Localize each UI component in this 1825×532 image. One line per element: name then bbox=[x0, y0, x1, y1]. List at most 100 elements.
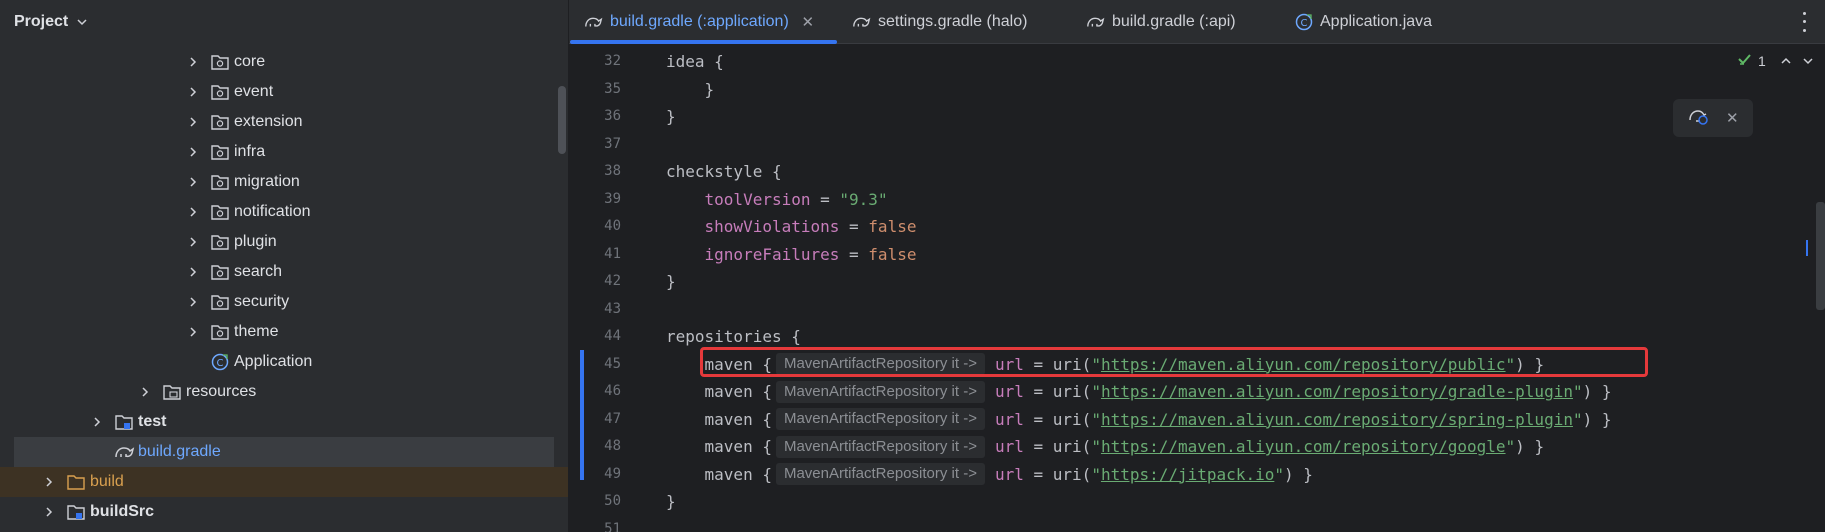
code-line[interactable]: maven {MavenArtifactRepository it -> url … bbox=[666, 433, 1544, 460]
tree-item-buildsrc[interactable]: buildSrc bbox=[0, 497, 568, 527]
chevron-right-icon[interactable] bbox=[42, 475, 56, 489]
svg-text:C: C bbox=[1301, 18, 1308, 29]
chevron-right-icon[interactable] bbox=[186, 145, 200, 159]
inlay-hint[interactable]: MavenArtifactRepository it -> bbox=[775, 408, 985, 430]
chevron-right-icon[interactable] bbox=[186, 85, 200, 99]
gradle-reload-icon[interactable] bbox=[1687, 106, 1709, 131]
chevron-right-icon[interactable] bbox=[186, 265, 200, 279]
tree-item-infra[interactable]: infra bbox=[0, 137, 568, 167]
code-line[interactable]: } bbox=[666, 103, 676, 130]
tree-item-build[interactable]: build bbox=[0, 467, 568, 497]
tree-item-migration[interactable]: migration bbox=[0, 167, 568, 197]
chevron-down-icon[interactable] bbox=[76, 15, 90, 29]
line-number[interactable]: 36 bbox=[569, 103, 621, 130]
tree-item-theme[interactable]: theme bbox=[0, 317, 568, 347]
code-token: " bbox=[1091, 437, 1101, 456]
tree-item-notification[interactable]: notification bbox=[0, 197, 568, 227]
chevron-right-icon[interactable] bbox=[186, 55, 200, 69]
code-token: " bbox=[1274, 464, 1284, 484]
chevron-right-icon[interactable] bbox=[90, 415, 104, 429]
tree-item-build-gradle[interactable]: build.gradle bbox=[14, 437, 554, 467]
chevron-down-icon[interactable] bbox=[1802, 55, 1814, 67]
code-token: toolVersion bbox=[704, 189, 811, 209]
code-line[interactable]: } bbox=[666, 488, 676, 515]
line-number[interactable]: 51 bbox=[569, 516, 621, 532]
inlay-hint[interactable]: MavenArtifactRepository it -> bbox=[775, 463, 985, 485]
chevron-right-icon[interactable] bbox=[186, 295, 200, 309]
gradle-icon bbox=[1086, 12, 1106, 32]
line-number[interactable]: 50 bbox=[569, 488, 621, 515]
tree-item-event[interactable]: event bbox=[0, 77, 568, 107]
line-number[interactable]: 42 bbox=[569, 268, 621, 295]
line-number[interactable]: 43 bbox=[569, 296, 621, 323]
code-line[interactable]: } bbox=[666, 268, 676, 295]
code-line[interactable]: maven {MavenArtifactRepository it -> url … bbox=[666, 461, 1313, 488]
line-number[interactable]: 39 bbox=[569, 186, 621, 213]
tree-item-label: build bbox=[90, 473, 124, 490]
code-line[interactable]: checkstyle { bbox=[666, 158, 782, 185]
chevron-right-icon[interactable] bbox=[42, 505, 56, 519]
close-icon[interactable]: ✕ bbox=[801, 13, 815, 31]
tab-build-gradle-api[interactable]: build.gradle (:api) bbox=[1086, 0, 1236, 44]
package-folder-icon bbox=[210, 202, 232, 222]
line-number[interactable]: 40 bbox=[569, 213, 621, 240]
code-token: maven { bbox=[666, 464, 772, 484]
line-number[interactable]: 37 bbox=[569, 131, 621, 158]
url-link[interactable]: https://maven.aliyun.com/repository/grad… bbox=[1101, 378, 1573, 405]
code-line[interactable]: showViolations = false bbox=[666, 213, 917, 240]
chevron-right-icon[interactable] bbox=[138, 385, 152, 399]
editor-scrollbar[interactable] bbox=[1816, 202, 1825, 310]
chevron-right-icon[interactable] bbox=[186, 235, 200, 249]
inspection-widget[interactable]: 1 bbox=[1738, 52, 1814, 69]
project-header[interactable]: Project bbox=[0, 0, 568, 44]
tab-build-gradle-application[interactable]: build.gradle (:application) ✕ bbox=[584, 0, 815, 44]
tree-item-search[interactable]: search bbox=[0, 257, 568, 287]
tree-item-resources[interactable]: resources bbox=[0, 377, 568, 407]
code-token: showViolations bbox=[704, 217, 840, 236]
line-number[interactable]: 47 bbox=[569, 406, 621, 433]
line-number[interactable]: 49 bbox=[569, 461, 621, 488]
code-line[interactable]: maven {MavenArtifactRepository it -> url … bbox=[666, 406, 1612, 433]
more-options-icon[interactable] bbox=[1796, 9, 1812, 35]
line-number[interactable]: 41 bbox=[569, 241, 621, 268]
tab-label: build.gradle (:api) bbox=[1112, 13, 1236, 30]
chevron-right-icon[interactable] bbox=[186, 325, 200, 339]
line-number[interactable]: 48 bbox=[569, 433, 621, 460]
chevron-up-icon[interactable] bbox=[1780, 55, 1792, 67]
tab-application-java[interactable]: C Application.java bbox=[1294, 0, 1432, 44]
inlay-hint[interactable]: MavenArtifactRepository it -> bbox=[775, 435, 985, 458]
code-line[interactable]: repositories { bbox=[666, 323, 801, 350]
project-scrollbar[interactable] bbox=[558, 86, 566, 154]
line-number[interactable]: 46 bbox=[569, 378, 621, 405]
close-icon[interactable]: ✕ bbox=[1726, 109, 1739, 127]
line-number[interactable]: 35 bbox=[569, 76, 621, 103]
tree-item-application[interactable]: C Application bbox=[0, 347, 568, 377]
url-link[interactable]: https://maven.aliyun.com/repository/spri… bbox=[1101, 406, 1573, 433]
scroll-marker[interactable] bbox=[1806, 240, 1808, 256]
line-number[interactable]: 38 bbox=[569, 158, 621, 185]
url-link[interactable]: https://maven.aliyun.com/repository/goog… bbox=[1101, 433, 1506, 460]
code-line[interactable]: toolVersion = "9.3" bbox=[666, 186, 888, 213]
chevron-right-icon[interactable] bbox=[186, 205, 200, 219]
code-line[interactable]: ignoreFailures = false bbox=[666, 241, 917, 268]
line-number[interactable]: 44 bbox=[569, 323, 621, 350]
tree-item-extension[interactable]: extension bbox=[0, 107, 568, 137]
tree-item-core[interactable]: core bbox=[0, 47, 568, 77]
chevron-right-icon[interactable] bbox=[186, 115, 200, 129]
code-line[interactable]: } bbox=[666, 76, 715, 103]
tree-item-security[interactable]: security bbox=[0, 287, 568, 317]
inlay-hint[interactable]: MavenArtifactRepository it -> bbox=[775, 380, 985, 403]
chevron-right-icon[interactable] bbox=[186, 175, 200, 189]
url-link[interactable]: https://jitpack.io bbox=[1101, 461, 1274, 488]
tree-item-plugin[interactable]: plugin bbox=[0, 227, 568, 257]
line-number[interactable]: 32 bbox=[569, 48, 621, 75]
tree-item-test[interactable]: test bbox=[0, 407, 568, 437]
code-line[interactable]: idea { bbox=[666, 48, 724, 75]
line-number[interactable]: 45 bbox=[569, 351, 621, 378]
code-line[interactable]: maven {MavenArtifactRepository it -> url … bbox=[666, 378, 1612, 405]
code-token: } bbox=[666, 107, 676, 126]
tab-settings-gradle-halo[interactable]: settings.gradle (halo) bbox=[852, 0, 1027, 44]
code-token: = bbox=[810, 189, 840, 209]
